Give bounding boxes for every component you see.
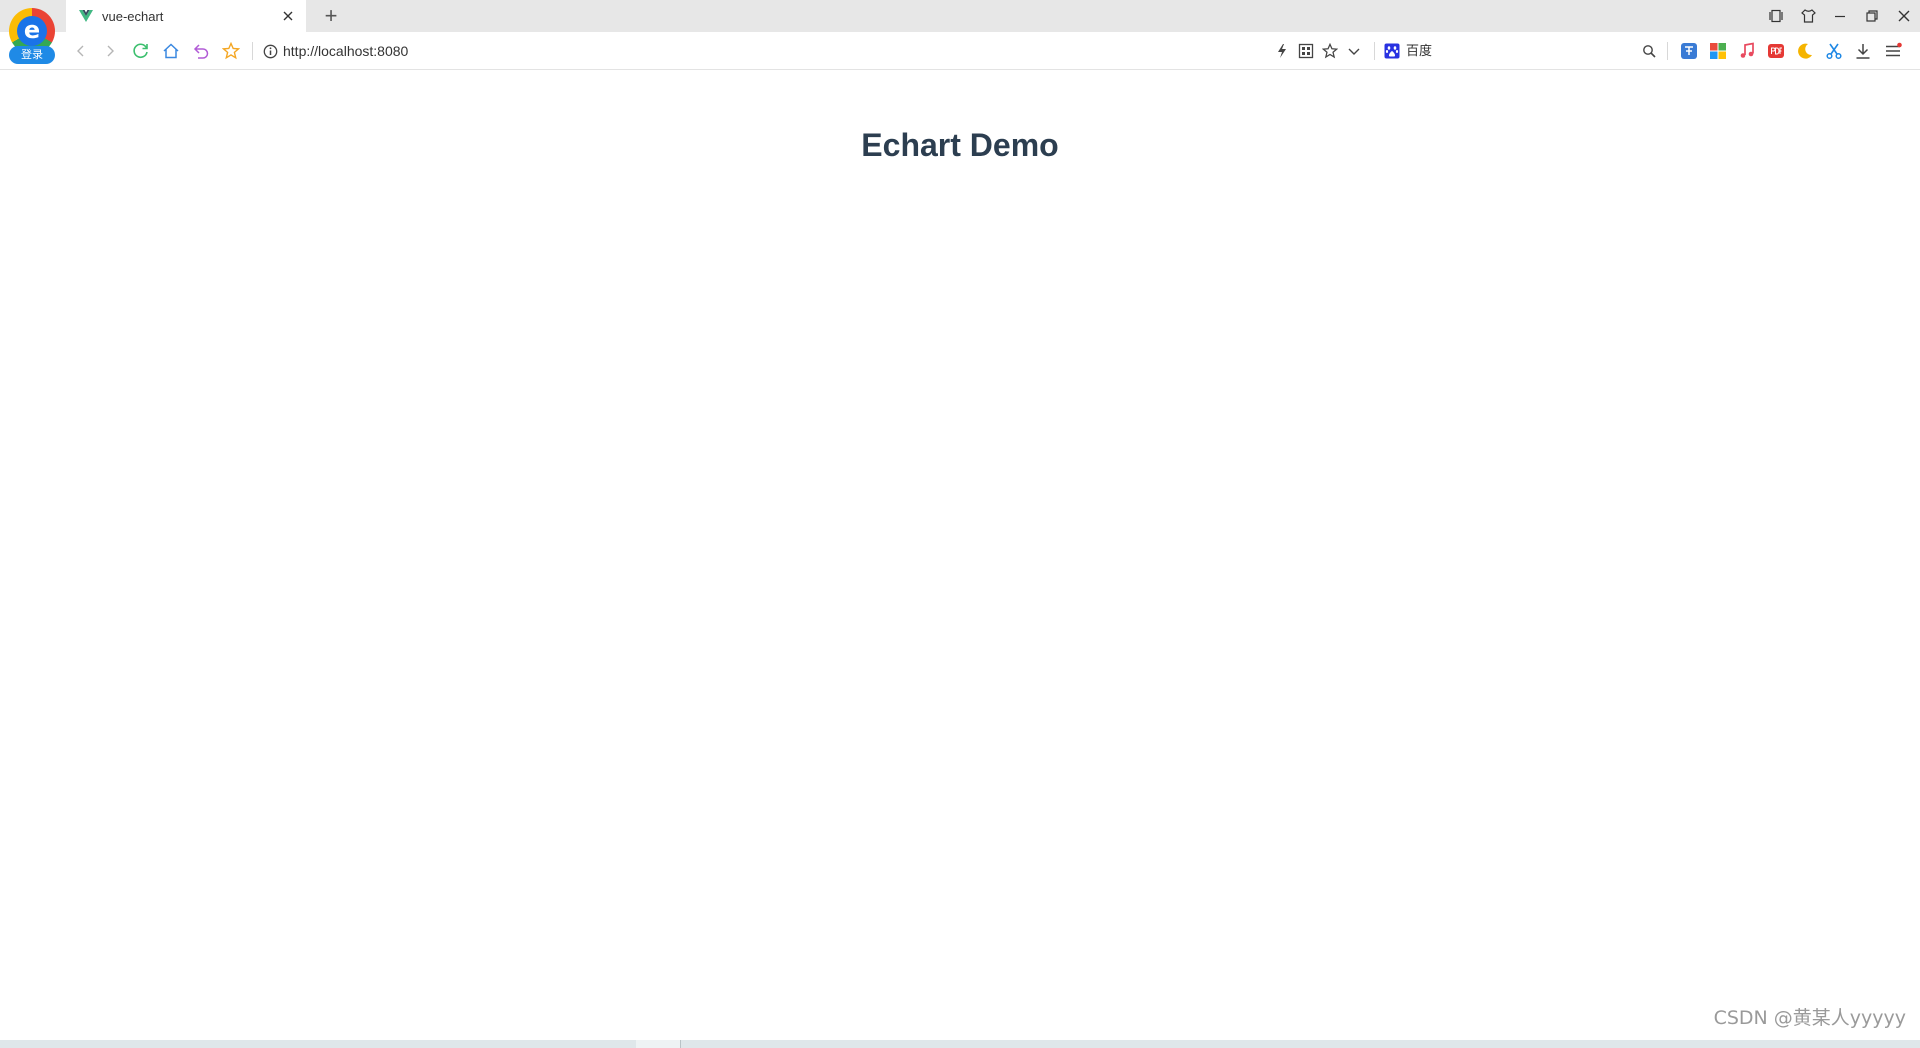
search-separator (1374, 42, 1375, 60)
window-controls (1760, 0, 1920, 32)
download-icon[interactable] (1852, 40, 1874, 62)
lightning-icon[interactable] (1271, 40, 1293, 62)
minimize-icon[interactable] (1824, 0, 1856, 32)
tab-close-icon[interactable] (276, 4, 300, 28)
pdf-icon[interactable] (1765, 40, 1787, 62)
address-bar-input[interactable] (283, 40, 1263, 62)
apps-grid-icon[interactable] (1707, 40, 1729, 62)
login-badge[interactable]: 登录 (9, 46, 55, 64)
qr-code-icon[interactable] (1295, 40, 1317, 62)
close-window-icon[interactable] (1888, 0, 1920, 32)
night-mode-icon[interactable] (1794, 40, 1816, 62)
menu-icon[interactable] (1882, 40, 1904, 62)
restore-icon[interactable] (1856, 0, 1888, 32)
search-icon[interactable] (1638, 40, 1660, 62)
extensions-separator (1667, 42, 1668, 60)
vue-logo-icon (79, 10, 93, 22)
new-tab-button[interactable]: + (318, 3, 344, 29)
browser-window: vue-echart + e 登录 http://localhost:8080 … (0, 0, 1920, 1048)
baidu-paw-icon (1384, 43, 1400, 59)
browser-logo-letter: e (17, 16, 47, 46)
scrollbar-thumb[interactable] (636, 1040, 680, 1048)
address-separator (252, 42, 253, 60)
skin-icon[interactable] (1792, 0, 1824, 32)
chevron-down-icon[interactable] (1343, 40, 1365, 62)
page-viewport: Echart Demo CSDN @黄某人yyyyy (0, 71, 1920, 1040)
site-info-icon[interactable] (263, 44, 278, 59)
tab-vue-echart[interactable]: vue-echart (66, 0, 306, 32)
search-input[interactable] (1406, 40, 1626, 62)
status-divider (680, 1040, 681, 1048)
screenshot-scissors-icon[interactable] (1823, 40, 1845, 62)
status-bar (0, 1040, 1920, 1048)
page-title: Echart Demo (861, 127, 1059, 163)
search-box[interactable] (1382, 38, 1662, 64)
tab-title: vue-echart (102, 8, 164, 24)
tab-strip: vue-echart + (0, 0, 1920, 32)
home-icon[interactable] (160, 40, 182, 62)
toolbar (0, 32, 1920, 70)
favorites-star-icon[interactable] (220, 40, 242, 62)
back-icon[interactable] (70, 40, 92, 62)
reload-icon[interactable] (130, 40, 152, 62)
bookmark-star-icon[interactable] (1319, 40, 1341, 62)
watermark: CSDN @黄某人yyyyy (1713, 1007, 1906, 1029)
translate-icon[interactable] (1678, 40, 1700, 62)
sidebar-toggle-icon[interactable] (1760, 0, 1792, 32)
forward-icon[interactable] (99, 40, 121, 62)
browser-logo[interactable]: e 登录 (6, 8, 58, 66)
undo-close-icon[interactable] (190, 40, 212, 62)
music-icon[interactable] (1736, 40, 1758, 62)
